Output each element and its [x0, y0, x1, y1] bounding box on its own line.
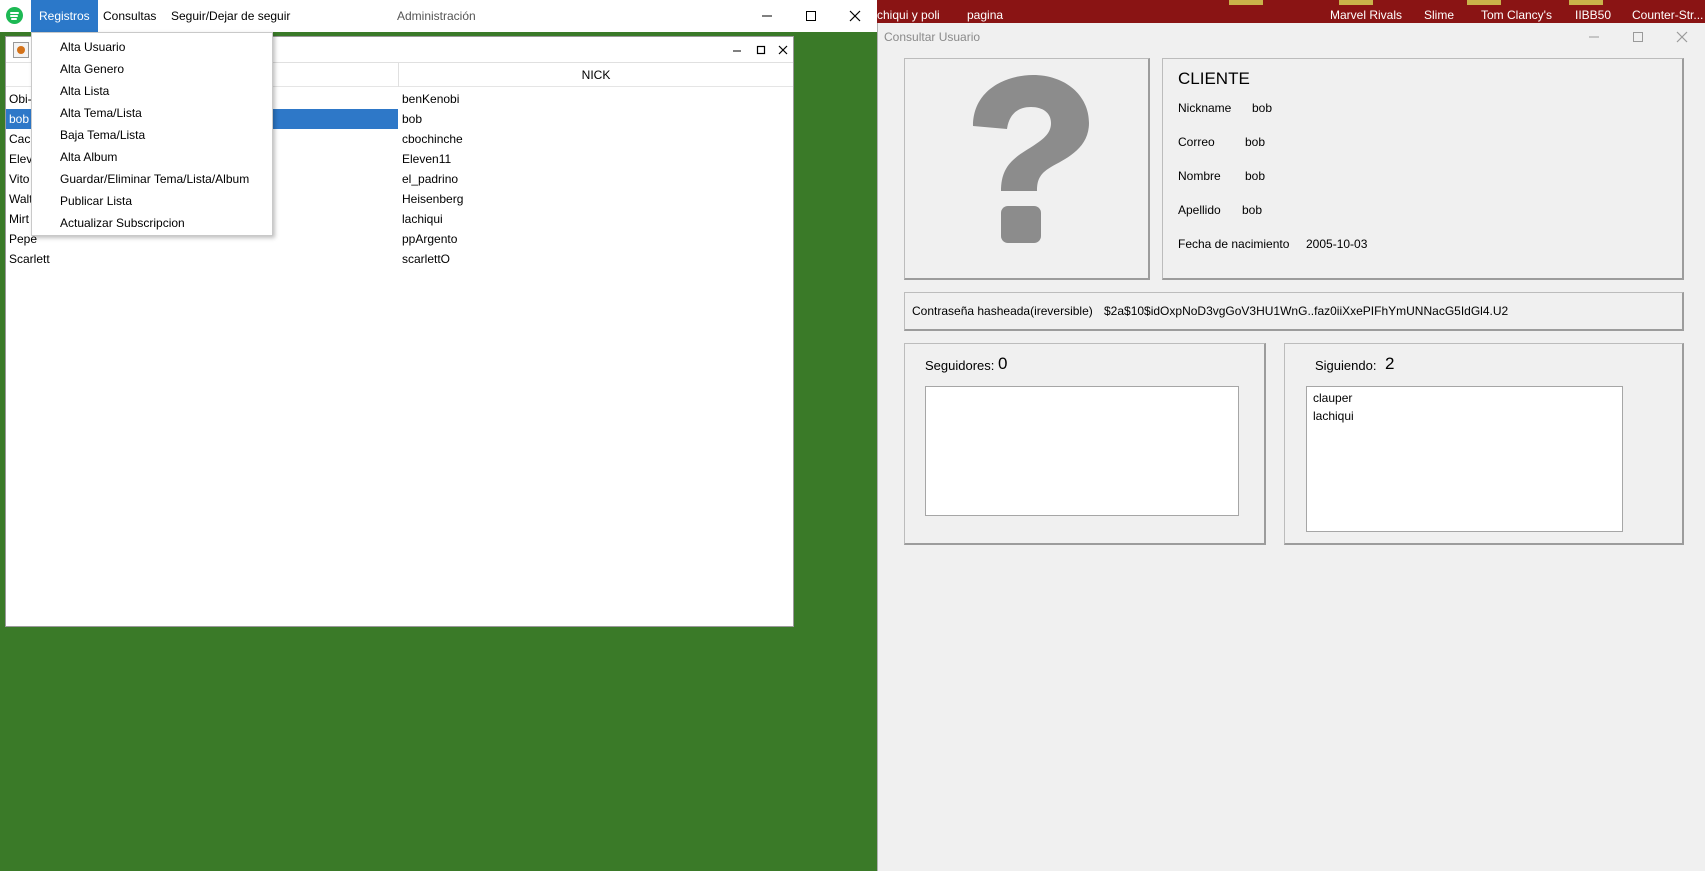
close-button[interactable] — [1660, 23, 1704, 51]
seguidores-count: 0 — [998, 354, 1008, 373]
minimize-icon — [1589, 36, 1599, 38]
admin-window: Registros Consultas Seguir/Dejar de segu… — [0, 0, 877, 871]
inner-maximize-button[interactable] — [749, 37, 773, 63]
minimize-icon — [733, 50, 741, 52]
password-hash-value: $2a$10$idOxpNoD3vgGoV3HU1WnG..faz0iiXxeP… — [1104, 304, 1509, 318]
user-info-panel: CLIENTE Nickname bob Correo bob Nombre b… — [1162, 58, 1684, 280]
menu-item-actualizar-subscripcion[interactable]: Actualizar Subscripcion — [32, 212, 272, 234]
seguidores-list[interactable] — [925, 386, 1239, 516]
cell-nick: benKenobi — [402, 92, 460, 106]
seguidores-panel: Seguidores: 0 — [904, 343, 1266, 545]
cell-name: Scarlett — [9, 252, 50, 266]
list-item[interactable]: clauper — [1307, 389, 1622, 407]
maximize-button[interactable] — [1616, 23, 1660, 51]
menu-seguir[interactable]: Seguir/Dejar de seguir — [163, 0, 298, 32]
cell-nick: scarlettO — [402, 252, 451, 266]
desktop-item[interactable]: Marvel Rivals — [1330, 8, 1402, 22]
inner-minimize-button[interactable] — [725, 37, 749, 63]
menu-bar: Registros Consultas Seguir/Dejar de segu… — [0, 0, 877, 32]
menu-item-baja-tema-lista[interactable]: Baja Tema/Lista — [32, 124, 272, 146]
maximize-icon — [806, 11, 816, 21]
table-row[interactable]: Scarlett scarlettO — [6, 249, 793, 269]
desktop-thumbnail — [1339, 0, 1373, 5]
siguiendo-panel: Siguiendo: 2 clauper lachiqui — [1284, 343, 1684, 545]
correo-value: bob — [1245, 135, 1266, 149]
fecha-nacimiento-label: Fecha de nacimiento — [1178, 237, 1290, 251]
desktop-item[interactable]: Slime — [1424, 8, 1454, 22]
minimize-button[interactable] — [745, 0, 789, 32]
nombre-label: Nombre — [1178, 169, 1221, 183]
fecha-nacimiento-value: 2005-10-03 — [1306, 237, 1368, 251]
desktop-item[interactable]: pagina — [967, 8, 1003, 22]
menu-item-publicar-lista[interactable]: Publicar Lista — [32, 190, 272, 212]
window-title: Administración — [397, 9, 476, 23]
cell-nick: ppArgento — [402, 232, 458, 246]
menu-item-alta-lista[interactable]: Alta Lista — [32, 80, 272, 102]
siguiendo-label: Siguiendo: — [1315, 358, 1377, 373]
column-divider[interactable] — [398, 63, 399, 87]
window-title: Consultar Usuario — [884, 30, 981, 44]
siguiendo-count: 2 — [1385, 354, 1395, 373]
question-mark-avatar-icon — [973, 75, 1089, 243]
desktop-thumbnail — [1569, 0, 1603, 5]
apellido-value: bob — [1242, 203, 1263, 217]
menu-item-alta-album[interactable]: Alta Album — [32, 146, 272, 168]
password-panel: Contraseña hasheada(ireversible) $2a$10$… — [904, 292, 1684, 331]
seguidores-label: Seguidores: — [925, 358, 995, 373]
cell-nick: lachiqui — [402, 212, 443, 226]
desktop-thumbnail — [1467, 0, 1501, 5]
siguiendo-list[interactable]: clauper lachiqui — [1306, 386, 1623, 532]
cell-nick: cbochinche — [402, 132, 463, 146]
desktop-taskbar-strip: chiqui y poli pagina Marvel Rivals Slime… — [877, 0, 1705, 23]
close-button[interactable] — [833, 0, 877, 32]
maximize-icon — [756, 45, 766, 55]
consult-titlebar: Consultar Usuario — [878, 23, 1705, 51]
close-icon — [849, 10, 861, 22]
desktop-item[interactable]: Tom Clancy's — [1481, 8, 1552, 22]
password-label: Contraseña hasheada(ireversible) — [912, 304, 1093, 318]
menu-item-alta-genero[interactable]: Alta Genero — [32, 58, 272, 80]
java-app-icon — [13, 42, 29, 58]
nombre-value: bob — [1245, 169, 1266, 183]
desktop-item[interactable]: IIBB50 — [1575, 8, 1611, 22]
maximize-button[interactable] — [789, 0, 833, 32]
close-icon — [1676, 31, 1688, 43]
registros-dropdown-menu: Alta Usuario Alta Genero Alta Lista Alta… — [31, 32, 273, 236]
desktop-item[interactable]: Counter-Str... — [1632, 8, 1703, 22]
desktop-item[interactable]: chiqui y poli — [877, 8, 940, 22]
spotify-logo-icon — [6, 7, 23, 24]
desktop-thumbnail — [1229, 0, 1263, 5]
cell-nick: bob — [402, 112, 423, 126]
nickname-label: Nickname — [1178, 101, 1232, 115]
maximize-icon — [1633, 32, 1643, 42]
minimize-icon — [762, 15, 772, 17]
user-type-label: CLIENTE — [1178, 69, 1250, 88]
menu-consultas[interactable]: Consultas — [95, 0, 164, 32]
minimize-button[interactable] — [1572, 23, 1616, 51]
cell-nick: Heisenberg — [402, 192, 464, 206]
correo-label: Correo — [1178, 135, 1215, 149]
apellido-label: Apellido — [1178, 203, 1221, 217]
column-header-nick[interactable]: NICK — [399, 63, 793, 87]
nickname-value: bob — [1252, 101, 1273, 115]
menu-registros[interactable]: Registros — [31, 0, 98, 32]
avatar-panel — [904, 58, 1150, 280]
menu-item-alta-usuario[interactable]: Alta Usuario — [32, 36, 272, 58]
menu-item-guardar-eliminar[interactable]: Guardar/Eliminar Tema/Lista/Album — [32, 168, 272, 190]
cell-nick: el_padrino — [402, 172, 459, 186]
menu-item-alta-tema-lista[interactable]: Alta Tema/Lista — [32, 102, 272, 124]
list-item[interactable]: lachiqui — [1307, 407, 1622, 425]
inner-close-button[interactable] — [771, 37, 795, 63]
close-icon — [778, 45, 788, 55]
cell-nick: Eleven11 — [402, 152, 452, 166]
consultar-usuario-window: Consultar Usuario CLIENTE Nickname bob C… — [877, 23, 1705, 871]
